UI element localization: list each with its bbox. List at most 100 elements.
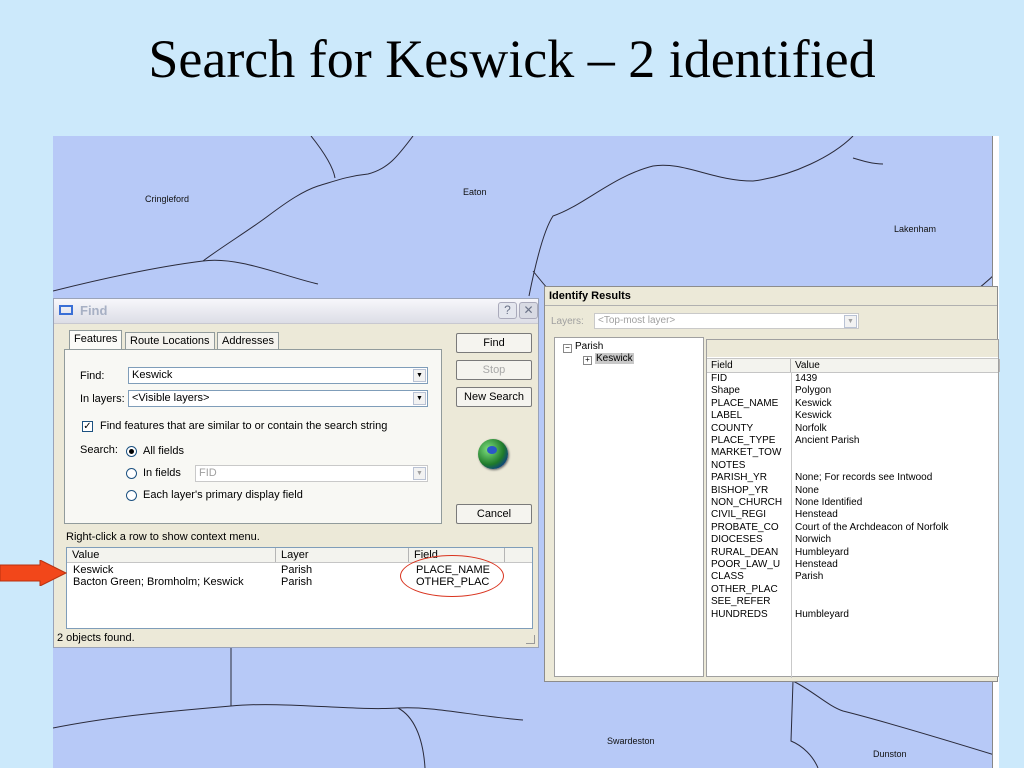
identify-tree[interactable]: − Parish + Keswick xyxy=(554,337,704,677)
cell-value: None Identified xyxy=(795,497,863,508)
table-row[interactable]: LABEL Keswick xyxy=(707,410,998,422)
table-row[interactable]: Shape Polygon xyxy=(707,385,998,397)
slide-title: Search for Keswick – 2 identified xyxy=(148,29,876,89)
in-layers-label: In layers: xyxy=(80,393,125,405)
cell-value: Henstead xyxy=(795,559,838,570)
tree-node-keswick[interactable]: Keswick xyxy=(595,353,634,364)
cell-value: Norfolk xyxy=(795,422,827,434)
column-header-value[interactable]: Value xyxy=(791,359,1000,372)
radio-all-fields[interactable] xyxy=(126,446,137,457)
table-row[interactable]: MARKET_TOW xyxy=(707,447,998,459)
place-label-swardeston: Swardeston xyxy=(607,736,655,746)
features-panel: Find: Keswick ▼ In layers: <Visible laye… xyxy=(64,349,442,524)
cell-value: Ancient Parish xyxy=(795,435,860,446)
cell-value: Henstead xyxy=(795,509,838,521)
radio-in-fields[interactable] xyxy=(126,468,137,479)
dropdown-arrow-icon[interactable]: ▼ xyxy=(844,315,857,328)
red-arrow-icon xyxy=(0,560,68,586)
find-dialog-title: Find xyxy=(80,303,108,318)
tree-node-parish[interactable]: Parish xyxy=(575,341,603,352)
cell-field: RURAL_DEAN xyxy=(711,546,779,558)
table-row[interactable]: PARISH_YR None; For records see Intwood xyxy=(707,472,998,484)
close-icon[interactable]: ✕ xyxy=(519,302,538,319)
cell-field: DIOCESES xyxy=(711,534,763,546)
cell-field: PLACE_NAME xyxy=(711,397,779,409)
table-row[interactable]: POOR_LAW_U Henstead xyxy=(707,559,998,571)
cell-field: POOR_LAW_U xyxy=(711,559,781,570)
find-window-icon xyxy=(59,305,73,315)
table-row[interactable]: PLACE_NAME Keswick xyxy=(707,398,998,410)
place-label-dunston: Dunston xyxy=(873,749,907,759)
column-header-layer[interactable]: Layer xyxy=(276,548,409,562)
table-row[interactable]: CLASS Parish xyxy=(707,571,998,583)
dropdown-arrow-icon[interactable]: ▼ xyxy=(413,467,426,480)
table-row[interactable]: COUNTY Norfolk xyxy=(707,423,998,435)
tree-expand-icon[interactable]: + xyxy=(583,356,592,365)
cell-value: Polygon xyxy=(795,385,832,397)
context-menu-hint: Right-click a row to show context menu. xyxy=(66,531,260,543)
table-row[interactable]: PLACE_TYPE Ancient Parish xyxy=(707,435,998,447)
cell-field: OTHER_PLAC xyxy=(711,583,778,595)
new-search-button[interactable]: New Search xyxy=(456,387,532,407)
identify-attributes-table[interactable]: Field Value FID 1439 Shape Polygon PLACE_NAM… xyxy=(706,339,1000,678)
column-header-field[interactable]: Field xyxy=(707,359,791,372)
attributes-toolbar xyxy=(707,340,998,357)
tree-expand-icon[interactable]: − xyxy=(563,344,572,353)
table-row[interactable]: BISHOP_YR None xyxy=(707,485,998,497)
cell-field: FID xyxy=(711,373,728,384)
table-row[interactable]: RURAL_DEAN Humbleyard xyxy=(707,547,998,559)
cell-field: PLACE_TYPE xyxy=(711,435,776,446)
status-text: 2 objects found. xyxy=(57,632,135,644)
table-row[interactable]: CIVIL_REGI Henstead xyxy=(707,509,998,521)
cell-field: NOTES xyxy=(711,459,746,471)
radio-in-fields-label: In fields xyxy=(143,467,181,479)
table-row[interactable]: NOTES xyxy=(707,460,998,472)
resize-grip[interactable] xyxy=(526,635,535,644)
cell-field: HUNDREDS xyxy=(711,608,768,620)
cell-field: LABEL xyxy=(711,410,743,422)
cell-field: PROBATE_CO xyxy=(711,521,779,533)
cell-field: MARKET_TOW xyxy=(711,447,782,459)
radio-all-fields-label: All fields xyxy=(143,445,184,457)
find-input-value: Keswick xyxy=(132,369,173,381)
cell-value: 1439 xyxy=(795,373,818,384)
tab-addresses[interactable]: Addresses xyxy=(217,332,279,350)
identify-results-window: Identify Results Layers: <Top-most layer… xyxy=(544,286,1000,682)
cell-field: Shape xyxy=(711,385,740,397)
similar-checkbox-label: Find features that are similar to or con… xyxy=(100,420,388,432)
stop-button[interactable]: Stop xyxy=(456,360,532,380)
column-header-value[interactable]: Value xyxy=(67,548,276,562)
tab-features[interactable]: Features xyxy=(69,330,123,350)
place-label-eaton: Eaton xyxy=(463,187,487,197)
cell-field: COUNTY xyxy=(711,422,754,434)
in-layers-select[interactable]: <Visible layers> ▼ xyxy=(128,390,428,407)
in-fields-select[interactable]: FID ▼ xyxy=(195,465,428,482)
find-label: Find: xyxy=(80,370,105,382)
table-row[interactable]: FID 1439 xyxy=(707,373,998,385)
radio-primary-display-field[interactable] xyxy=(126,490,137,501)
search-label: Search: xyxy=(80,444,118,456)
table-row[interactable]: SEE_REFER xyxy=(707,596,998,608)
globe-icon xyxy=(478,439,508,469)
cell-value: Keswick xyxy=(795,397,832,409)
find-button[interactable]: Find xyxy=(456,333,532,353)
table-row[interactable]: NON_CHURCH None Identified xyxy=(707,497,998,509)
table-row[interactable]: PROBATE_CO Court of the Archdeacon of Nor… xyxy=(707,522,998,534)
find-input[interactable]: Keswick ▼ xyxy=(128,367,428,384)
cell-value: Humbleyard xyxy=(795,608,849,620)
table-row[interactable]: HUNDREDS Humbleyard xyxy=(707,609,998,621)
help-icon[interactable]: ? xyxy=(498,302,517,319)
dropdown-arrow-icon[interactable]: ▼ xyxy=(413,392,426,405)
similar-checkbox[interactable]: ✓ xyxy=(82,421,93,432)
tab-route-locations[interactable]: Route Locations xyxy=(125,332,215,350)
layers-select[interactable]: <Top-most layer> ▼ xyxy=(594,313,859,329)
cancel-button[interactable]: Cancel xyxy=(456,504,532,524)
in-layers-value: <Visible layers> xyxy=(132,392,210,404)
table-row[interactable]: OTHER_PLAC xyxy=(707,584,998,596)
find-titlebar[interactable]: Find ? ✕ xyxy=(54,299,538,324)
dropdown-arrow-icon[interactable]: ▼ xyxy=(413,369,426,382)
attributes-header: Field Value xyxy=(707,358,1000,373)
cell-value: Keswick xyxy=(795,410,832,422)
table-row[interactable]: DIOCESES Norwich xyxy=(707,534,998,546)
cell-field: PARISH_YR xyxy=(711,472,767,484)
